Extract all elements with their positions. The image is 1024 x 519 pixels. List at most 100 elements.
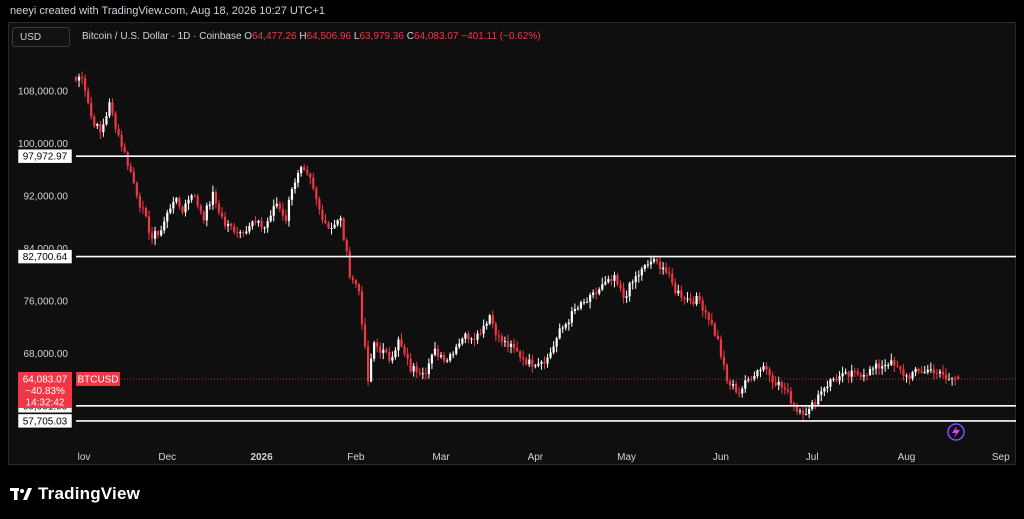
candle	[643, 264, 646, 272]
candle	[783, 382, 786, 395]
candle	[455, 343, 458, 356]
candle	[890, 353, 893, 366]
candle	[236, 226, 239, 238]
candle	[96, 122, 99, 129]
candle	[376, 338, 379, 353]
candle	[394, 346, 397, 360]
candle	[74, 75, 78, 83]
candle	[117, 124, 120, 138]
candle	[817, 390, 820, 407]
candle	[126, 151, 129, 171]
candle	[549, 347, 552, 360]
candle	[534, 363, 537, 369]
candle	[87, 87, 90, 105]
candle	[808, 405, 811, 419]
candle	[573, 303, 576, 315]
lightning-icon[interactable]	[947, 423, 965, 441]
candle	[385, 347, 388, 354]
price-badge-price: 64,083.07	[23, 374, 68, 385]
candle	[415, 361, 418, 379]
candle	[923, 365, 926, 374]
x-tick-label: 2026	[250, 452, 273, 463]
candle	[707, 311, 710, 326]
price-chart[interactable]: 108,000.00100,000.0092,000.0084,000.0076…	[0, 0, 1024, 519]
candle	[744, 375, 747, 393]
candle	[774, 376, 777, 387]
x-tick-label: lov	[78, 452, 91, 463]
candle	[363, 317, 367, 350]
candle	[735, 381, 738, 394]
candle	[242, 230, 245, 237]
candle	[951, 377, 954, 386]
candle	[360, 286, 364, 330]
legend-change: −401.11 (−0.62%)	[461, 31, 541, 42]
candle	[211, 185, 214, 210]
candle	[430, 353, 434, 370]
candle	[795, 402, 799, 415]
candle	[917, 367, 920, 375]
candle	[844, 368, 847, 375]
candle	[932, 364, 935, 380]
candle	[938, 369, 942, 378]
candle	[187, 195, 190, 211]
candle	[400, 332, 403, 348]
candle	[239, 229, 242, 239]
candle	[598, 287, 601, 296]
candle	[99, 120, 102, 139]
legend-close-value: 64,083.07	[413, 31, 459, 42]
candle	[379, 342, 382, 359]
candle	[604, 276, 607, 286]
candle	[893, 356, 896, 372]
candle	[631, 279, 634, 290]
ohlc-legend: Bitcoin / U.S. Dollar · 1D · Coinbase O6…	[82, 31, 541, 42]
candle	[494, 321, 497, 342]
candle	[874, 359, 878, 375]
candle	[251, 220, 254, 230]
candle	[786, 383, 789, 395]
candle	[871, 366, 875, 376]
x-tick-label: Sep	[992, 452, 1010, 463]
candle	[227, 220, 230, 233]
candle	[488, 313, 491, 326]
candle	[887, 362, 890, 369]
candle	[677, 284, 680, 297]
legend-high-label: H	[299, 31, 307, 42]
candle	[804, 407, 808, 416]
candle	[637, 270, 640, 283]
candle	[719, 335, 723, 360]
candle	[582, 298, 586, 305]
candle	[878, 359, 881, 375]
candle	[503, 336, 507, 347]
currency-button[interactable]: USD	[12, 27, 70, 47]
candle	[175, 196, 178, 205]
candle	[263, 226, 266, 234]
candle	[628, 281, 631, 302]
candle	[388, 346, 391, 364]
candle	[202, 210, 205, 224]
candle	[482, 319, 485, 338]
candle	[90, 96, 93, 120]
candle	[412, 363, 415, 377]
candle	[847, 370, 850, 384]
candle	[896, 360, 899, 368]
candle	[731, 379, 735, 390]
candle	[780, 380, 783, 394]
candle	[266, 217, 269, 233]
candle	[324, 214, 327, 225]
legend-open-label: O	[244, 31, 253, 42]
candle	[354, 278, 357, 288]
candle	[512, 338, 516, 354]
candle	[184, 199, 187, 217]
candle	[467, 330, 470, 344]
candle	[284, 209, 288, 225]
candle	[725, 363, 729, 385]
candle	[835, 373, 838, 383]
footer: TradingView	[10, 484, 140, 504]
candle	[458, 338, 461, 349]
candle	[765, 362, 768, 375]
candle	[579, 300, 583, 311]
candle	[369, 353, 373, 383]
candle	[759, 367, 762, 378]
ticker-badge-label: BTCUSD	[77, 374, 118, 385]
candle	[150, 226, 154, 245]
